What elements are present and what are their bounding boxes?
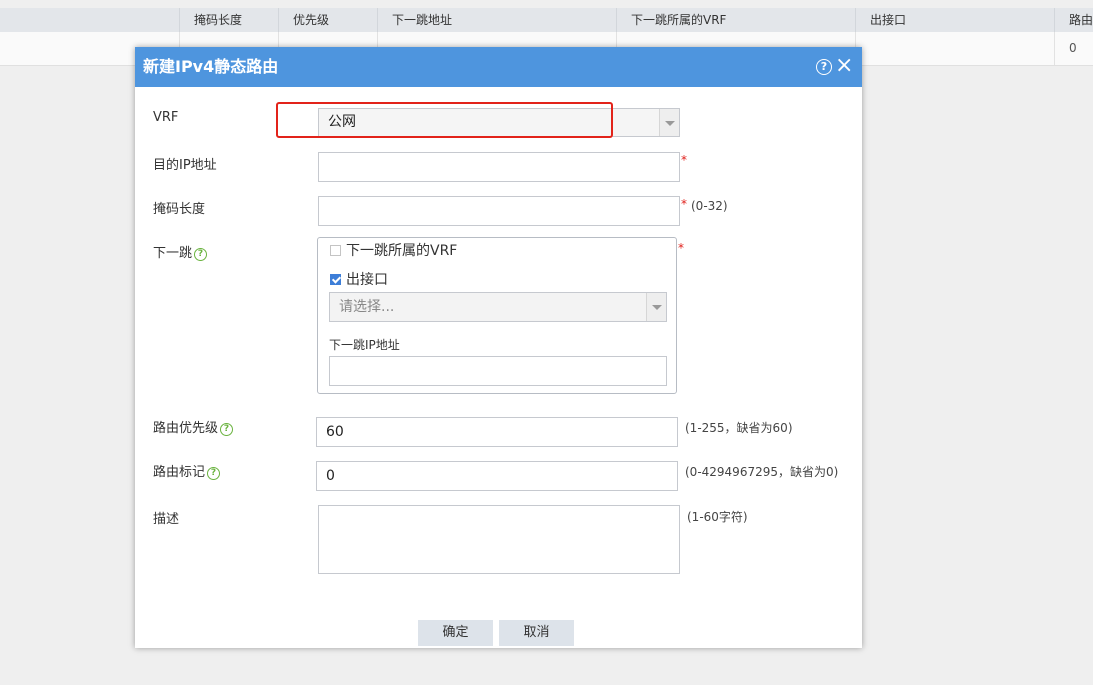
table-header-empty [0,8,180,32]
dialog-header: 新建IPv4静态路由 ? × [135,47,862,87]
vrf-label: VRF [153,110,179,125]
dest-ip-input[interactable] [318,152,680,182]
next-hop-ip-label: 下一跳IP地址 [329,338,400,352]
col-mask-length[interactable]: 掩码长度 [180,8,279,32]
cancel-button[interactable]: 取消 [499,620,574,646]
description-textarea[interactable] [318,505,680,574]
help-icon[interactable]: ? [194,248,208,261]
route-priority-label-text: 路由优先级 [153,421,219,436]
highlight-box [276,102,613,138]
col-next-hop-vrf[interactable]: 下一跳所属的VRF [617,8,856,32]
col-out-interface[interactable]: 出接口 [856,8,1055,32]
out-interface-checkbox[interactable] [330,274,341,285]
route-priority-label: 路由优先级? [153,417,234,436]
next-hop-group: 下一跳所属的VRF 出接口 请选择... 下一跳IP地址 [317,237,677,394]
next-hop-vrf-checkbox[interactable] [330,245,341,256]
next-hop-label-text: 下一跳 [153,246,193,261]
next-hop-label: 下一跳? [153,242,208,261]
col-route[interactable]: 路由 [1055,8,1093,32]
route-tag-hint: (0-4294967295，缺省为0) [685,465,839,479]
required-mark: * [681,153,687,167]
chevron-down-icon[interactable] [659,109,679,136]
chevron-down-icon[interactable] [646,293,666,321]
route-tag-input[interactable]: 0 [316,461,678,491]
mask-length-input[interactable] [318,196,680,226]
mask-length-hint: (0-32) [691,199,728,213]
new-static-route-dialog: 新建IPv4静态路由 ? × VRF 公网 目的IP地址 * 掩码长度 * (0… [135,47,862,648]
required-mark: * [678,241,684,255]
col-next-hop[interactable]: 下一跳地址 [378,8,617,32]
route-tag-label: 路由标记? [153,461,221,480]
route-tag-label-text: 路由标记 [153,465,206,480]
description-hint: (1-60字符) [687,510,748,524]
help-icon[interactable]: ? [220,423,234,436]
help-icon[interactable]: ? [816,59,832,75]
help-icon[interactable]: ? [207,467,221,480]
out-interface-checkbox-label[interactable]: 出接口 [346,269,388,289]
dialog-title: 新建IPv4静态路由 [143,57,279,76]
close-icon[interactable]: × [835,55,853,77]
description-label: 描述 [153,512,180,527]
next-hop-ip-input[interactable] [329,356,667,386]
table-header: 掩码长度 优先级 下一跳地址 下一跳所属的VRF 出接口 路由 [0,8,1093,32]
out-interface-placeholder: 请选择... [339,299,395,315]
col-priority[interactable]: 优先级 [279,8,378,32]
route-priority-input[interactable]: 60 [316,417,678,447]
mask-length-label: 掩码长度 [153,202,206,217]
dest-ip-label: 目的IP地址 [153,158,217,173]
out-interface-select[interactable]: 请选择... [329,292,667,322]
ok-button[interactable]: 确定 [418,620,493,646]
next-hop-vrf-checkbox-label[interactable]: 下一跳所属的VRF [346,240,457,260]
required-mark: * [681,197,687,211]
cell-route-value: 0 [1069,41,1077,55]
route-priority-hint: (1-255，缺省为60) [685,421,793,435]
